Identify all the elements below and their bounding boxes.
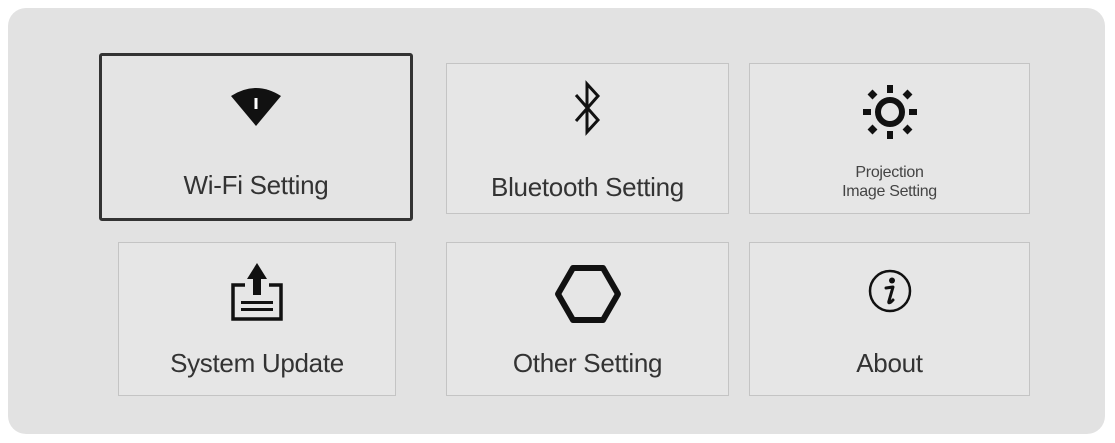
other-setting-label: Other Setting [512, 348, 663, 378]
about-tile[interactable]: About [749, 242, 1030, 396]
bluetooth-setting-label: Bluetooth Setting [491, 172, 684, 202]
wifi-setting-label: Wi-Fi Setting [183, 170, 329, 200]
wifi-setting-tile[interactable]: Wi-Fi Setting [99, 53, 413, 221]
brightness-icon [750, 84, 1029, 140]
settings-panel: Wi-Fi Setting Bluetooth Setting Projecti… [8, 8, 1105, 434]
bluetooth-icon [447, 78, 728, 138]
about-label: About [856, 348, 923, 378]
info-icon [750, 267, 1029, 315]
projection-setting-label: Projection Image Setting [750, 163, 1029, 201]
hexagon-icon [447, 265, 728, 323]
wifi-icon [102, 84, 410, 128]
system-update-label: System Update [170, 348, 344, 378]
projection-label-line1: Projection [855, 164, 924, 181]
projection-image-setting-tile[interactable]: Projection Image Setting [749, 63, 1030, 214]
system-update-tile[interactable]: System Update [118, 242, 396, 396]
upload-icon [119, 261, 395, 325]
bluetooth-setting-tile[interactable]: Bluetooth Setting [446, 63, 729, 214]
other-setting-tile[interactable]: Other Setting [446, 242, 729, 396]
projection-label-line2: Image Setting [842, 183, 937, 200]
